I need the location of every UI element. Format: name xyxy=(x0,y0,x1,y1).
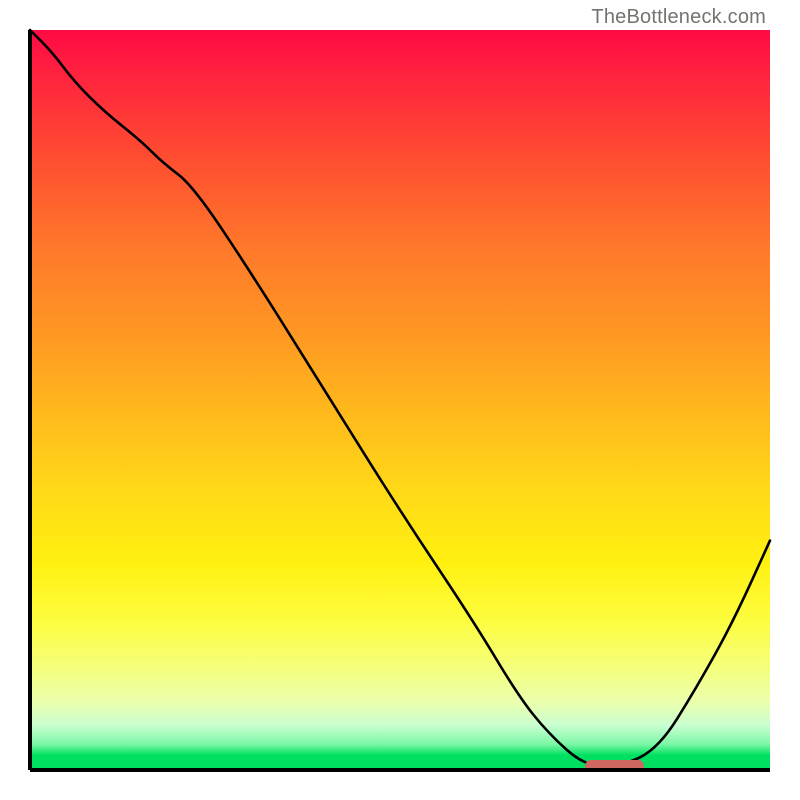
chart-container: TheBottleneck.com xyxy=(0,0,800,800)
axes xyxy=(0,0,800,800)
watermark-text: TheBottleneck.com xyxy=(591,6,766,29)
